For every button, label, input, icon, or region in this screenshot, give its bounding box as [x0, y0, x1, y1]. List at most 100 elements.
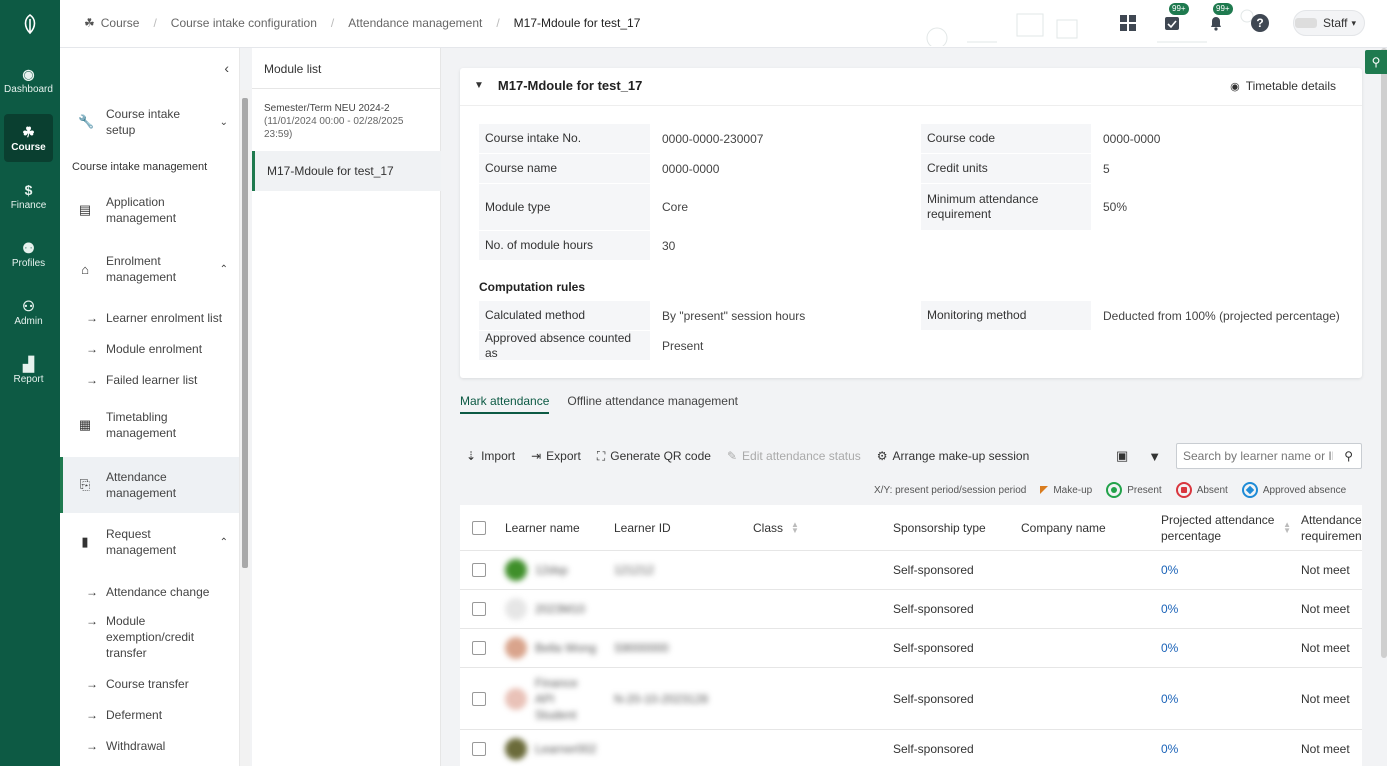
row-checkbox[interactable]	[472, 551, 486, 589]
header-projected[interactable]: Projected attendance percentage ▲ ▼	[1161, 505, 1291, 551]
help-icon[interactable]: ?	[1249, 12, 1271, 34]
sidebar-item-application[interactable]: ▤ Application management	[60, 188, 239, 232]
sidebar-subitem-course-transfer[interactable]: → Course transfer	[86, 676, 189, 692]
header-learner-id: Learner ID	[614, 521, 671, 535]
sidebar-item-request[interactable]: ▮ Request management ⌃	[60, 520, 239, 564]
breadcrumb-separator: /	[496, 16, 500, 30]
table-row[interactable]: Bella Wong S9000000 Self-sponsored 0% No…	[460, 629, 1362, 668]
breadcrumb-course[interactable]: Course	[101, 16, 140, 30]
search-icon[interactable]: ⚲	[1344, 449, 1353, 463]
edit-attendance-button[interactable]: ✎ Edit attendance status	[727, 449, 861, 463]
page-scrollbar[interactable]	[1381, 48, 1387, 658]
export-button[interactable]: ⇥ Export	[531, 449, 581, 463]
module-list-title: Module list	[264, 62, 322, 76]
header-requirement: Attendance requirement	[1301, 513, 1362, 543]
chevron-down-icon: ▾	[1351, 17, 1356, 28]
row-checkbox[interactable]	[472, 668, 486, 729]
makeup-flag-icon	[1040, 486, 1049, 494]
sidebar-subitem-module-enrolment[interactable]: → Module enrolment	[86, 341, 202, 357]
tab-offline-attendance[interactable]: Offline attendance management	[567, 394, 738, 414]
chevron-up-icon: ⌃	[219, 263, 228, 275]
absent-icon	[1175, 482, 1192, 498]
learner-name: Learner002	[505, 730, 596, 766]
collapse-left-icon[interactable]: ‹	[224, 60, 229, 76]
learner-name: Finance API Student	[505, 668, 585, 729]
app-logo[interactable]	[0, 0, 60, 48]
sidebar-subitem-learner-enrolment[interactable]: → Learner enrolment list	[86, 310, 222, 326]
sidebar-subitem-module-exemption[interactable]: → Module exemption/credit transfer	[86, 613, 216, 661]
field-course-name: Course name 0000-0000	[479, 154, 719, 183]
projected-percentage-link[interactable]: 0%	[1161, 590, 1178, 628]
attendance-toolbar: ⇣ Import ⇥ Export ⛶ Generate QR code ✎ Edit …	[466, 446, 1045, 466]
column-settings-icon[interactable]: ▣	[1116, 448, 1128, 464]
filter-icon[interactable]: ▼	[1148, 449, 1161, 464]
sidebar-item-timetabling[interactable]: ▦ Timetabling management	[60, 402, 239, 448]
legend-makeup: Make-up	[1040, 485, 1092, 496]
divider	[460, 105, 1362, 106]
rail-admin[interactable]: ⚇ Admin	[4, 288, 53, 336]
module-item-selected[interactable]: M17-Mdoule for test_17	[252, 151, 441, 191]
wrench-icon: 🔧	[78, 114, 95, 129]
breadcrumb-intake-config[interactable]: Course intake configuration	[171, 16, 317, 30]
projected-percentage-link[interactable]: 0%	[1161, 668, 1178, 729]
arrow-right-icon: →	[86, 677, 98, 691]
search-input[interactable]	[1183, 444, 1333, 468]
rail-report[interactable]: ▟ Report	[4, 346, 53, 394]
timetable-details-link[interactable]: ◉ Timetable details	[1230, 79, 1336, 93]
arrow-right-icon: →	[86, 342, 98, 356]
learner-name: Bella Wong	[505, 629, 596, 667]
rail-course[interactable]: ☘ Course	[4, 114, 53, 162]
bell-icon[interactable]: 99+	[1205, 3, 1233, 34]
rail-profiles[interactable]: ⚉ Profiles	[4, 230, 53, 278]
sidebar-subitem-attendance-change[interactable]: → Attendance change	[86, 584, 209, 600]
sponsorship: Self-sponsored	[893, 563, 974, 577]
attendance-legend: X/Y: present period/session period Make-…	[874, 481, 1346, 499]
generate-qr-button[interactable]: ⛶ Generate QR code	[597, 449, 711, 464]
projected-percentage-link[interactable]: 0%	[1161, 730, 1178, 766]
table-row[interactable]: Finance API Student N-20-10-2023128 Self…	[460, 668, 1362, 730]
chart-icon: ▟	[23, 355, 34, 372]
header-actions: 99+ 99+ ? Staff ▾	[1095, 3, 1365, 38]
sidebar-subitem-withdrawal[interactable]: → Withdrawal	[86, 738, 165, 754]
global-search-icon[interactable]: ⚲	[1365, 50, 1387, 74]
user-menu[interactable]: Staff ▾	[1293, 10, 1365, 36]
arrow-right-icon: →	[86, 311, 98, 325]
sidebar-subitem-deferment[interactable]: → Deferment	[86, 707, 162, 723]
avatar	[505, 738, 527, 760]
sidebar-item-attendance[interactable]: ⎘ Attendance management	[60, 457, 239, 513]
avatar	[505, 687, 527, 710]
table-row[interactable]: 12dsp 121212 Self-sponsored 0% Not meet	[460, 551, 1362, 590]
row-checkbox[interactable]	[472, 730, 486, 766]
tasks-icon[interactable]: 99+	[1161, 3, 1189, 34]
table-row[interactable]: 2023M10 Self-sponsored 0% Not meet	[460, 590, 1362, 629]
projected-percentage-link[interactable]: 0%	[1161, 629, 1178, 667]
breadcrumb-attendance[interactable]: Attendance management	[348, 16, 482, 30]
notify-badge: 99+	[1213, 3, 1233, 15]
header-class[interactable]: Class ▲ ▼	[753, 505, 799, 551]
rail-dashboard[interactable]: ◉ Dashboard	[4, 56, 53, 104]
sidebar-subitem-failed-learner[interactable]: → Failed learner list	[86, 372, 197, 388]
pencil-icon: ✎	[726, 449, 738, 463]
people-icon: ⚉	[22, 239, 35, 256]
row-checkbox[interactable]	[472, 629, 486, 667]
tab-mark-attendance[interactable]: Mark attendance	[460, 394, 550, 414]
projected-percentage-link[interactable]: 0%	[1161, 551, 1178, 589]
learner-id: N-20-10-2023128	[614, 691, 709, 706]
row-checkbox[interactable]	[472, 590, 486, 628]
divider	[252, 88, 440, 89]
requirement-status: Not meet	[1301, 742, 1350, 756]
table-row[interactable]: Learner002 Self-sponsored 0% Not meet	[460, 730, 1362, 766]
sidebar-scroll-thumb[interactable]	[242, 98, 248, 568]
sponsorship: Self-sponsored	[893, 602, 974, 616]
module-title[interactable]: ▼ M17-Mdoule for test_17	[474, 78, 642, 93]
select-all-checkbox[interactable]	[472, 505, 486, 551]
sidebar-item-course-intake-setup[interactable]: 🔧 Course intake setup ⌄	[60, 100, 239, 144]
rail-finance[interactable]: $ Finance	[4, 172, 53, 220]
sidebar-item-enrolment[interactable]: ⌂ Enrolment management ⌃	[60, 247, 239, 291]
import-button[interactable]: ⇣ Import	[466, 449, 515, 463]
apps-grid-icon[interactable]	[1117, 12, 1139, 34]
avatar	[505, 559, 527, 581]
arrow-right-icon: →	[86, 614, 98, 628]
requirement-status: Not meet	[1301, 602, 1350, 616]
arrange-makeup-button[interactable]: ⚙ Arrange make-up session	[877, 449, 1030, 463]
